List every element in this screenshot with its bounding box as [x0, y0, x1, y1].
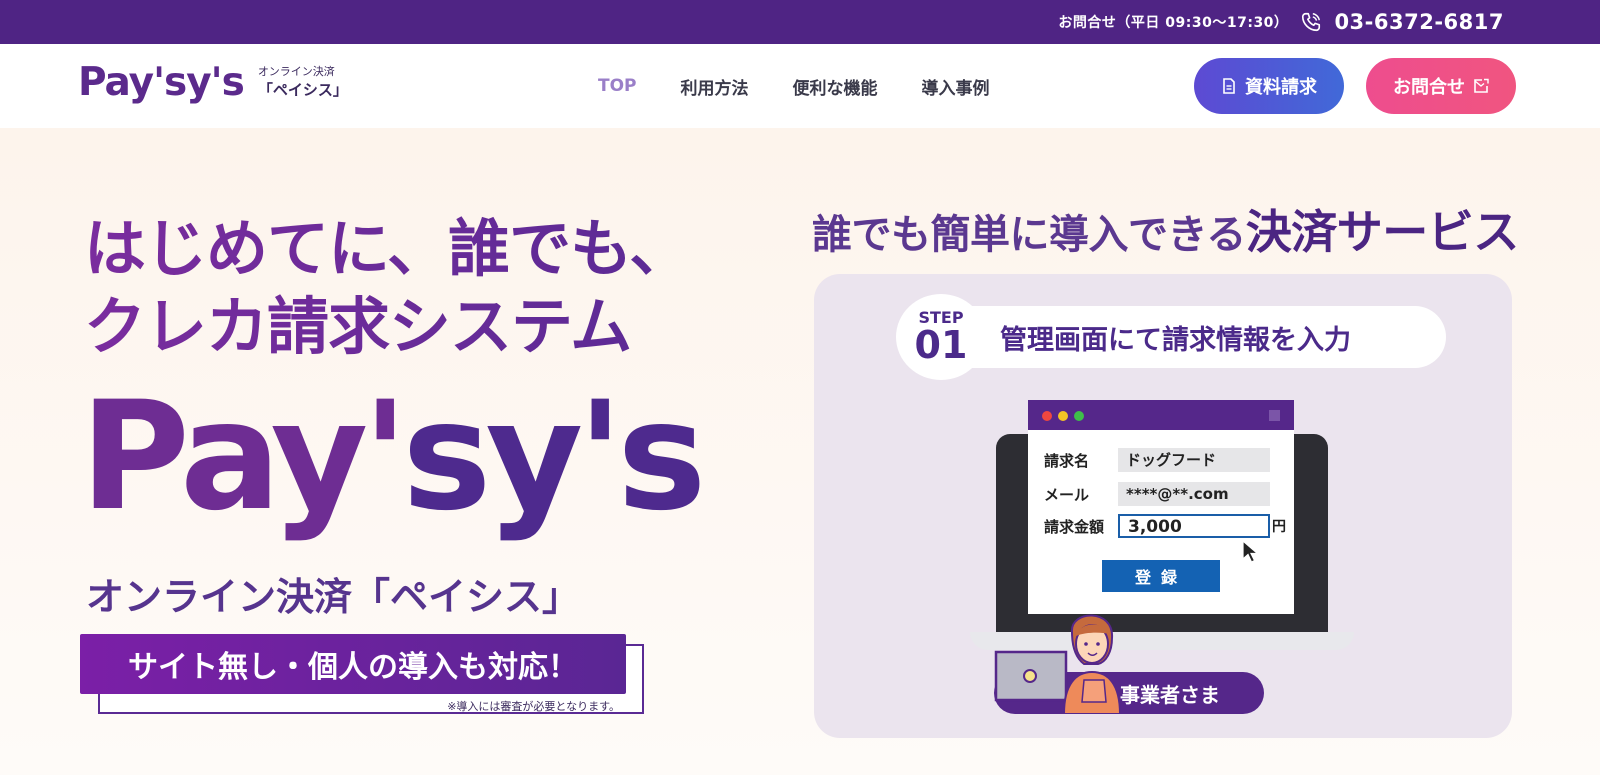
logo-sub-small: オンライン決済 [257, 64, 335, 78]
form-label-amount: 請求金額 [1044, 517, 1105, 536]
brand-part-1: Pay' [80, 370, 408, 544]
service-title-plain: 誰でも簡単に導入できる [812, 212, 1246, 258]
service-title: 誰でも簡単に導入できる決済サービス [812, 196, 1519, 262]
form-label-name: 請求名 [1044, 451, 1090, 470]
window-minimize-dot-icon [1058, 411, 1068, 421]
logo-wordmark: Pay'sy's [78, 60, 245, 105]
ribbon-note: ※導入には審査が必要となります。 [447, 700, 620, 713]
form-row-name: 請求名 ドッグフード [1044, 448, 1270, 472]
mail-icon [1474, 78, 1489, 93]
site-header: Pay'sy's オンライン決済 「ペイシス」 TOP 利用方法 便利な機能 導… [0, 44, 1600, 128]
window-titlebar [1028, 400, 1294, 430]
feature-ribbon: サイト無し・個人の導入も対応！ ※導入には審査が必要となります。 [80, 634, 644, 716]
step-description: 管理画面にて請求情報を入力 [1000, 325, 1351, 356]
brand-part-2: sy's [402, 370, 706, 544]
window-close-dot-icon [1042, 411, 1052, 421]
form-label-email: メール [1044, 485, 1090, 504]
step-number: 01 [914, 323, 968, 367]
phone-icon [1302, 12, 1321, 32]
business-owner-illustration [994, 614, 1122, 714]
headline-line-1: はじめてに、誰でも、 [84, 210, 691, 288]
contact-button[interactable]: お問合せ [1366, 58, 1516, 114]
register-button-illustration: 登録 [1102, 560, 1220, 592]
phone-number[interactable]: 03-6372-6817 [1334, 10, 1504, 34]
step-card: STEP 01 管理画面にて請求情報を入力 請求名 ドッグフード メール ***… [814, 274, 1512, 738]
contact-hours: お問合せ（平日 09:30〜17:30） [1058, 15, 1289, 31]
step-badge: STEP 01 [896, 294, 986, 380]
nav-item-top[interactable]: TOP [598, 76, 637, 96]
form-row-amount: 請求金額 3,000 円 [1044, 514, 1286, 538]
form-value-amount: 3,000 [1118, 514, 1270, 538]
nav-item-usage[interactable]: 利用方法 [681, 74, 749, 99]
window-square-icon [1269, 410, 1280, 421]
headline-line-2: クレカ請求システム [84, 288, 690, 366]
top-contact-bar: お問合せ（平日 09:30〜17:30） 03-6372-6817 [0, 0, 1600, 44]
logo-sub-big: 「ペイシス」 [257, 80, 348, 99]
document-request-button[interactable]: 資料請求 [1194, 58, 1344, 114]
contact-label: お問合せ [1393, 77, 1465, 98]
hero-subbrand: オンライン決済「ペイシス」 [86, 575, 581, 619]
window-maximize-dot-icon [1074, 411, 1084, 421]
form-row-email: メール ****@**.com [1044, 482, 1270, 506]
admin-window-illustration: 請求名 ドッグフード メール ****@**.com 請求金額 3,000 円 … [1028, 400, 1294, 614]
form-value-email: ****@**.com [1118, 482, 1270, 506]
document-request-label: 資料請求 [1245, 77, 1317, 98]
hero-brand-logo: Pay'sy's [80, 370, 706, 544]
mouse-cursor-icon [1242, 540, 1260, 563]
form-value-name: ドッグフード [1118, 448, 1270, 472]
site-logo[interactable]: Pay'sy's オンライン決済 「ペイシス」 [78, 60, 348, 105]
nav-item-cases[interactable]: 導入事例 [922, 74, 990, 99]
nav-item-features[interactable]: 便利な機能 [793, 74, 878, 99]
logo-subtitle: オンライン決済 「ペイシス」 [258, 65, 348, 100]
service-title-emphasis: 決済サービス [1245, 205, 1520, 259]
hero-headline: はじめてに、誰でも、 クレカ請求システム [84, 210, 691, 366]
document-icon [1223, 78, 1235, 94]
main-nav: TOP 利用方法 便利な機能 導入事例 [598, 44, 990, 128]
ribbon-text: サイト無し・個人の導入も対応！ [80, 634, 626, 694]
yen-label: 円 [1272, 519, 1286, 535]
